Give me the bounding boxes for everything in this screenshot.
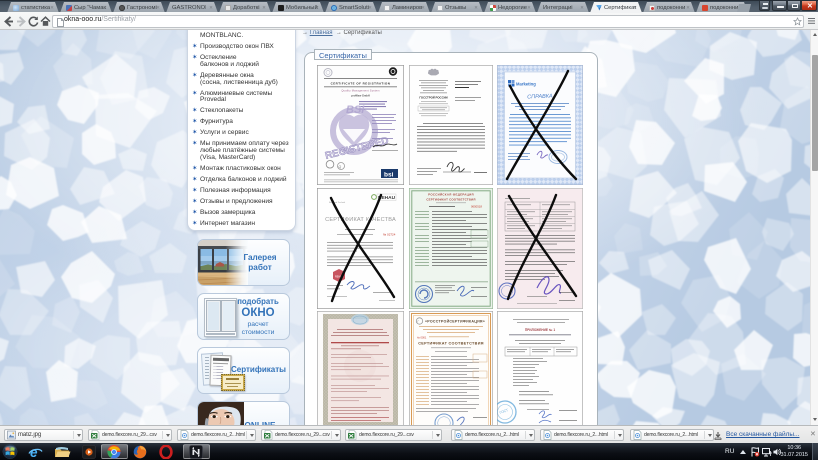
svg-text:0650518: 0650518 (471, 205, 482, 209)
svg-text:«РОССТРОЙСЕРТИФИКАЦИЯ»: «РОССТРОЙСЕРТИФИКАЦИЯ» (425, 320, 485, 324)
svg-text:№ 0001: № 0001 (417, 336, 427, 340)
svg-text:CERTIFICATE OF REGISTRATION: CERTIFICATE OF REGISTRATION (331, 81, 391, 85)
svg-text:Q: Q (339, 165, 342, 169)
svg-text:Quality Management System: Quality Management System (341, 89, 379, 93)
svg-text:СЕРТИФИКАТ СООТВЕТСТВИЯ: СЕРТИФИКАТ СООТВЕТСТВИЯ (418, 342, 484, 346)
svg-text:№ 02724: № 02724 (383, 233, 396, 237)
svg-text:СЕРТИФИКАТ КАЧЕСТВА: СЕРТИФИКАТ КАЧЕСТВА (325, 217, 396, 223)
svg-text:e: e (30, 445, 38, 459)
svg-text:РОССИЙСКАЯ ФЕДЕРАЦИЯ: РОССИЙСКАЯ ФЕДЕРАЦИЯ (428, 193, 474, 197)
svg-text:СПРАВКА: СПРАВКА (527, 94, 553, 101)
svg-text:ГОССТРОЙ РОССИИ: ГОССТРОЙ РОССИИ (419, 96, 447, 100)
svg-text:Bau und Technik: Bau und Technik (329, 202, 346, 204)
svg-text:СЕРТИФИКАТ СООТВЕТСТВИЯ: СЕРТИФИКАТ СООТВЕТСТВИЯ (426, 198, 475, 202)
svg-text:Marketing: Marketing (516, 82, 536, 87)
svg-text:bsi: bsi (384, 172, 394, 179)
svg-text:proWew GmbH: proWew GmbH (351, 94, 370, 98)
svg-text:ПРИЛОЖЕНИЕ № 1: ПРИЛОЖЕНИЕ № 1 (525, 328, 555, 332)
